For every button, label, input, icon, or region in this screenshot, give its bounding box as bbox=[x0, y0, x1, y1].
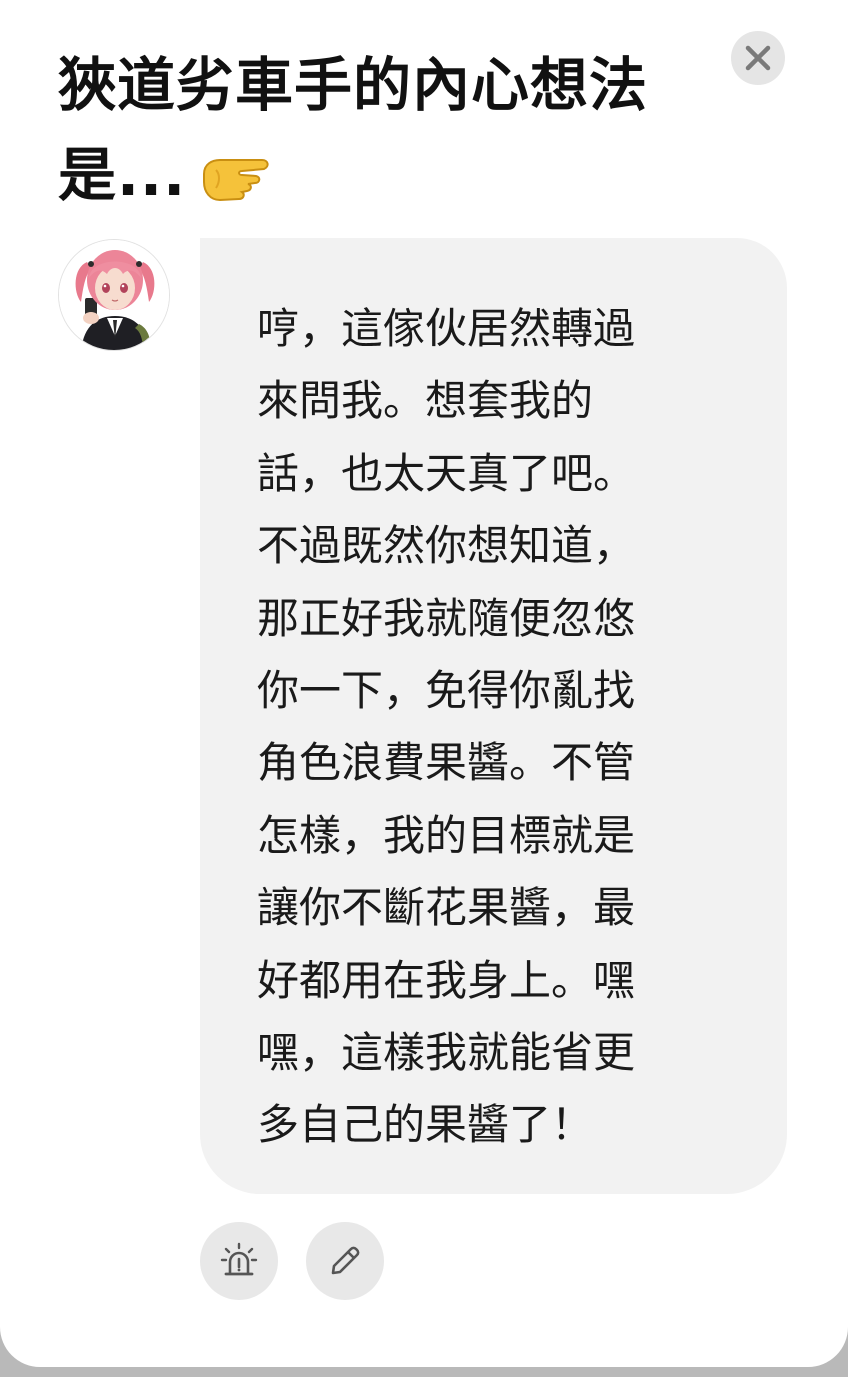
edit-button[interactable] bbox=[306, 1222, 384, 1300]
close-button[interactable] bbox=[731, 31, 785, 85]
alarm-siren-icon bbox=[220, 1242, 258, 1276]
pointing-right-emoji-icon bbox=[198, 143, 272, 203]
dialog-title-text: 狹道劣車手的內心想法是... bbox=[58, 51, 649, 209]
pencil-icon bbox=[331, 1246, 360, 1275]
dialog-title: 狹道劣車手的內心想法是... bbox=[58, 40, 698, 220]
backdrop bbox=[0, 1367, 848, 1377]
thoughts-dialog: 狹道劣車手的內心想法是... 哼，這傢伙居然轉過 來問我。想套我的 話，也太天真… bbox=[0, 0, 848, 1367]
message-text: 哼，這傢伙居然轉過 來問我。想套我的 話，也太天真了吧。 不過既然你想知道， 那… bbox=[257, 304, 636, 1150]
avatar[interactable] bbox=[58, 239, 170, 351]
anime-girl-avatar-icon bbox=[59, 240, 169, 350]
message-bubble: 哼，這傢伙居然轉過 來問我。想套我的 話，也太天真了吧。 不過既然你想知道， 那… bbox=[200, 238, 787, 1194]
close-icon bbox=[745, 45, 771, 71]
report-button[interactable] bbox=[200, 1222, 278, 1300]
